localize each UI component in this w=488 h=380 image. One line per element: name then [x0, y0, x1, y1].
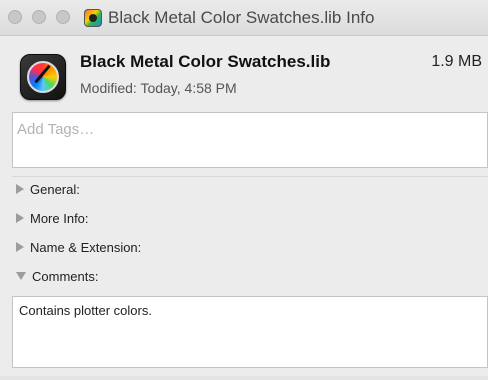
tags-input[interactable]	[13, 113, 487, 141]
minimize-button[interactable]	[32, 10, 46, 24]
close-button[interactable]	[8, 10, 22, 24]
file-name: Black Metal Color Swatches.lib	[80, 52, 331, 71]
disclosure-triangle-down-icon[interactable]	[16, 272, 26, 280]
section-general-label: General:	[30, 181, 80, 197]
file-proxy-icon[interactable]	[84, 9, 102, 27]
section-comments-label: Comments:	[32, 268, 99, 284]
title-wrap: Black Metal Color Swatches.lib Info	[84, 7, 374, 29]
section-name-extension[interactable]: Name & Extension:	[12, 235, 488, 259]
section-general[interactable]: General:	[12, 177, 488, 201]
title-bar[interactable]: Black Metal Color Swatches.lib Info	[0, 0, 488, 36]
window-title: Black Metal Color Swatches.lib Info	[108, 8, 375, 27]
color-dial	[27, 61, 59, 93]
info-window: Black Metal Color Swatches.lib Info Blac…	[0, 0, 488, 380]
color-sync-utility-icon	[20, 54, 66, 100]
comments-textarea[interactable]: Contains plotter colors.	[12, 296, 488, 368]
disclosure-triangle-right-icon[interactable]	[16, 213, 24, 223]
section-comments[interactable]: Comments:	[12, 264, 488, 288]
section-more-info[interactable]: More Info:	[12, 206, 488, 230]
disclosure-triangle-right-icon[interactable]	[16, 242, 24, 252]
tags-field[interactable]	[12, 112, 488, 168]
zoom-button[interactable]	[56, 10, 70, 24]
modified-date: Modified: Today, 4:58 PM	[80, 80, 237, 96]
section-name-extension-label: Name & Extension:	[30, 239, 142, 255]
file-header: Black Metal Color Swatches.lib 1.9 MB Mo…	[0, 36, 488, 106]
disclosure-triangle-right-icon[interactable]	[16, 184, 24, 194]
window-bottom-edge	[0, 376, 488, 380]
section-more-info-label: More Info:	[30, 210, 89, 226]
file-size: 1.9 MB	[431, 53, 482, 70]
